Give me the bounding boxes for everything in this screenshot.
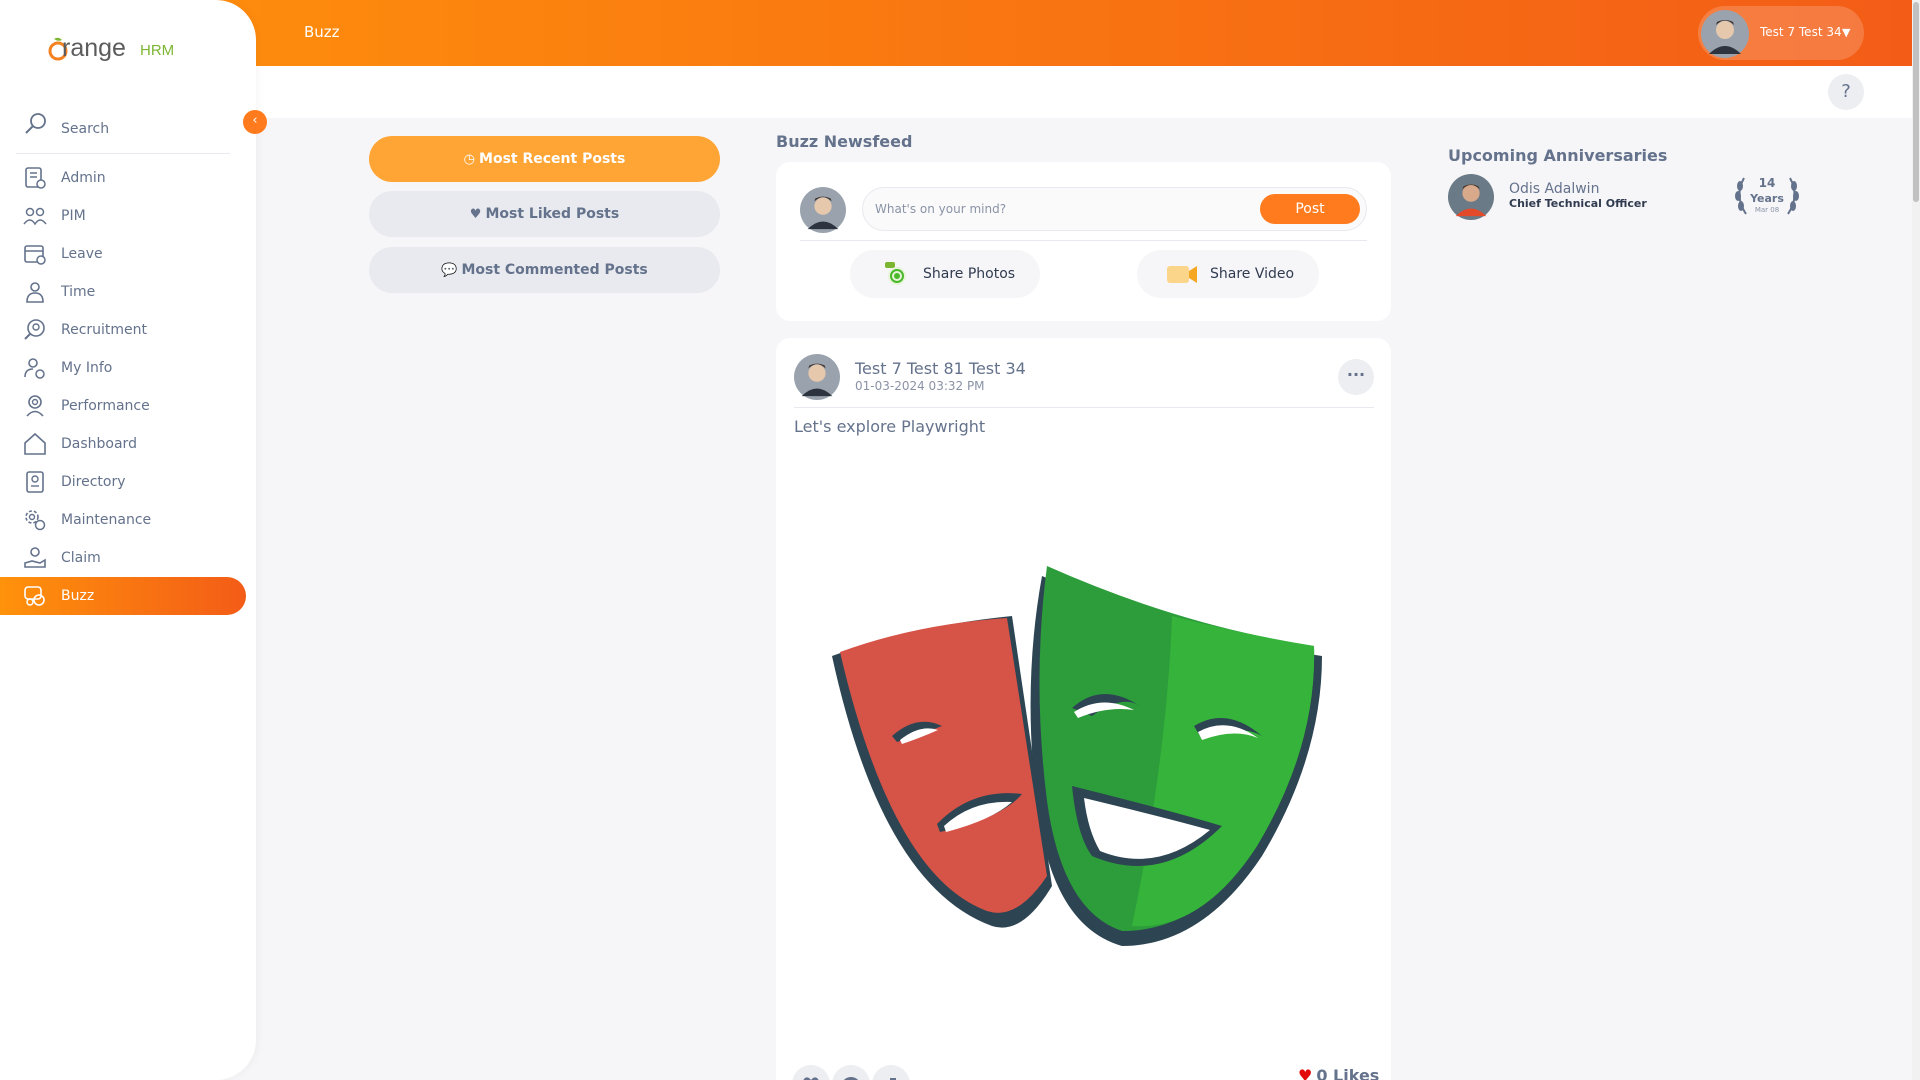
clock-icon: ◷ (463, 152, 476, 167)
anniversary-years: 14 (1758, 176, 1776, 190)
post-card: Test 7 Test 81 Test 34 01-03-2024 03:32 … (776, 338, 1391, 1080)
most-liked-posts-button[interactable]: ♥ Most Liked Posts (369, 191, 720, 237)
share-video-label: Share Video (1210, 266, 1295, 282)
employee-avatar (1448, 174, 1494, 220)
pim-icon (23, 207, 47, 226)
compose-placeholder: What's on your mind? (875, 202, 1007, 216)
claim-icon (24, 547, 46, 568)
anniversaries-title: Upcoming Anniversaries (1448, 146, 1668, 165)
post-text: Let's explore Playwright (794, 417, 986, 436)
sidebar-item-label: PIM (61, 208, 86, 224)
playwright-logo-image (832, 566, 1322, 946)
filter-label: Most Liked Posts (485, 206, 620, 222)
share-icon (890, 1078, 896, 1080)
anniversary-years-label: Years (1750, 192, 1784, 205)
post-date: 01-03-2024 03:32 PM (855, 379, 985, 393)
most-recent-posts-button[interactable]: ◷ Most Recent Posts (369, 136, 720, 182)
divider (794, 407, 1374, 408)
comment-icon: 💬 (441, 263, 458, 278)
sidebar-item-maintenance[interactable]: Maintenance (0, 501, 246, 539)
recruitment-icon (24, 319, 45, 340)
comment-icon (844, 1077, 858, 1080)
sidebar-item-label: Recruitment (61, 322, 148, 338)
sidebar-collapse-button[interactable]: ‹ (243, 110, 267, 134)
divider (800, 240, 1367, 241)
heart-icon: ♥ (1298, 1066, 1313, 1080)
sidebar-item-admin[interactable]: Admin (0, 159, 246, 197)
logo-wordmark: range (62, 34, 126, 62)
sidebar-item-recruitment[interactable]: Recruitment (0, 311, 246, 349)
buzz-icon (24, 586, 45, 606)
sidebar-item-pim[interactable]: PIM (0, 197, 246, 235)
filter-label: Most Recent Posts (479, 151, 626, 167)
maintenance-icon (25, 510, 46, 531)
heart-icon (803, 1077, 819, 1080)
scrollbar-thumb[interactable] (1913, 2, 1919, 202)
user-avatar (1701, 10, 1749, 58)
sidebar-item-directory[interactable]: Directory (0, 463, 246, 501)
sidebar-item-time[interactable]: Time (0, 273, 246, 311)
sidebar-item-label: Performance (61, 398, 150, 414)
newsfeed-title: Buzz Newsfeed (776, 132, 913, 151)
sidebar-item-label: Buzz (61, 588, 95, 604)
sidebar-item-performance[interactable]: Performance (0, 387, 246, 425)
help-button[interactable]: ? (1828, 74, 1864, 110)
heart-icon: ♥ (469, 207, 482, 222)
time-icon (26, 282, 44, 303)
share-photos-button[interactable]: Share Photos (850, 250, 1040, 298)
search-icon (25, 113, 46, 134)
logo-hrm: HRM (140, 42, 175, 59)
sidebar-item-label: Claim (61, 550, 101, 566)
orangehrm-logo: range HRM (48, 30, 174, 66)
post-author: Test 7 Test 81 Test 34 (855, 359, 1026, 378)
anniversary-employee-name: Odis Adalwin (1509, 181, 1600, 197)
video-icon (1167, 266, 1197, 283)
sidebar-item-label: Directory (61, 474, 126, 490)
sidebar-item-label: Maintenance (61, 512, 152, 528)
sidebar-item-label: Time (61, 284, 96, 300)
sub-header (0, 66, 1912, 118)
share-button[interactable] (872, 1065, 910, 1080)
user-dropdown[interactable]: Test 7 Test 34 ▼ (1698, 6, 1864, 60)
share-video-button[interactable]: Share Video (1137, 250, 1319, 298)
comment-button[interactable] (832, 1065, 870, 1080)
post-options-button[interactable]: ··· (1338, 359, 1374, 395)
likes-count[interactable]: ♥ 0 Likes (1298, 1066, 1379, 1080)
most-commented-posts-button[interactable]: 💬 Most Commented Posts (369, 247, 720, 293)
directory-icon (26, 471, 44, 493)
anniversary-badge: 14 Years Mar 08 (1732, 172, 1802, 220)
likes-label: 0 Likes (1316, 1066, 1380, 1080)
user-avatar (800, 187, 846, 233)
sidebar-item-label: Dashboard (61, 436, 137, 452)
user-name: Test 7 Test 34 (1760, 25, 1842, 39)
search-input[interactable]: Search (61, 121, 109, 137)
sidebar-item-dashboard[interactable]: Dashboard (0, 425, 246, 463)
top-header: Buzz Test 7 Test 34 ▼ (0, 0, 1912, 66)
share-photos-label: Share Photos (923, 266, 1016, 282)
post-button[interactable]: Post (1260, 194, 1360, 224)
leave-icon (24, 245, 46, 265)
page-title: Buzz (304, 23, 340, 41)
sidebar-item-claim[interactable]: Claim (0, 539, 246, 577)
anniversary-date: Mar 08 (1754, 206, 1780, 214)
like-button[interactable] (792, 1065, 830, 1080)
chevron-down-icon: ▼ (1842, 26, 1851, 39)
compose-card: What's on your mind? Post Share Photos S… (776, 162, 1391, 321)
sidebar-item-leave[interactable]: Leave (0, 235, 246, 273)
sidebar-item-buzz[interactable]: Buzz (0, 577, 246, 615)
my-info-icon (24, 358, 45, 379)
sidebar-search[interactable]: Search (16, 108, 230, 154)
admin-icon (25, 167, 46, 189)
author-avatar[interactable] (794, 354, 840, 400)
sidebar-item-label: Leave (61, 246, 103, 262)
camera-icon (885, 262, 906, 285)
performance-icon (26, 395, 44, 417)
sidebar-item-my-info[interactable]: My Info (0, 349, 246, 387)
sidebar-item-label: Admin (61, 170, 106, 186)
dashboard-icon (24, 432, 46, 455)
anniversary-job-title: Chief Technical Officer (1509, 197, 1647, 210)
sidebar-item-label: My Info (61, 360, 113, 376)
filter-label: Most Commented Posts (461, 262, 648, 278)
